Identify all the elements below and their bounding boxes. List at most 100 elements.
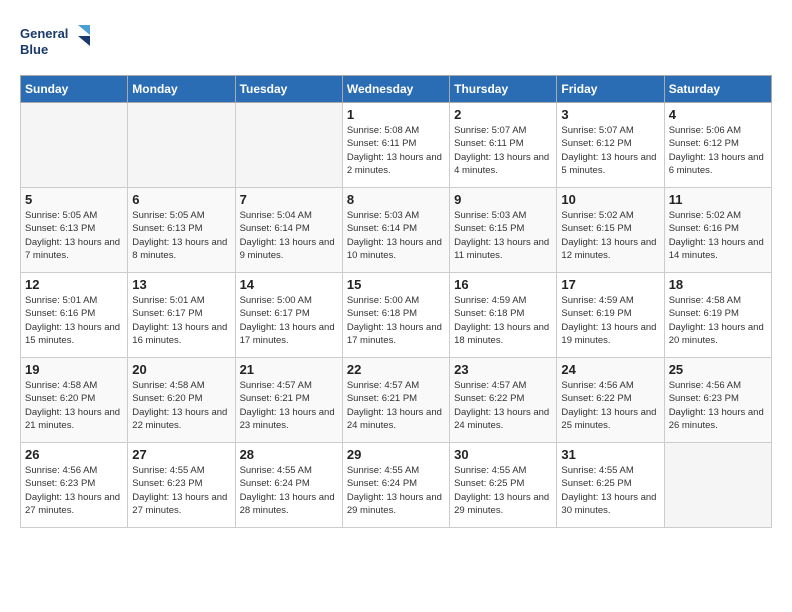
day-info: Sunrise: 4:56 AM Sunset: 6:22 PM Dayligh…: [561, 379, 659, 432]
calendar-cell: 23 Sunrise: 4:57 AM Sunset: 6:22 PM Dayl…: [450, 358, 557, 443]
day-info: Sunrise: 4:58 AM Sunset: 6:20 PM Dayligh…: [132, 379, 230, 432]
day-info: Sunrise: 4:58 AM Sunset: 6:19 PM Dayligh…: [669, 294, 767, 347]
calendar-cell: 19 Sunrise: 4:58 AM Sunset: 6:20 PM Dayl…: [21, 358, 128, 443]
calendar-cell: 21 Sunrise: 4:57 AM Sunset: 6:21 PM Dayl…: [235, 358, 342, 443]
column-header-tuesday: Tuesday: [235, 76, 342, 103]
day-number: 31: [561, 447, 659, 462]
calendar-cell: 11 Sunrise: 5:02 AM Sunset: 6:16 PM Dayl…: [664, 188, 771, 273]
day-number: 2: [454, 107, 552, 122]
calendar-cell: [128, 103, 235, 188]
logo-icon: General Blue: [20, 20, 90, 65]
svg-text:Blue: Blue: [20, 42, 48, 57]
calendar-cell: 25 Sunrise: 4:56 AM Sunset: 6:23 PM Dayl…: [664, 358, 771, 443]
day-info: Sunrise: 5:00 AM Sunset: 6:17 PM Dayligh…: [240, 294, 338, 347]
day-number: 26: [25, 447, 123, 462]
calendar-cell: 9 Sunrise: 5:03 AM Sunset: 6:15 PM Dayli…: [450, 188, 557, 273]
day-info: Sunrise: 4:59 AM Sunset: 6:18 PM Dayligh…: [454, 294, 552, 347]
calendar-table: SundayMondayTuesdayWednesdayThursdayFrid…: [20, 75, 772, 528]
column-header-wednesday: Wednesday: [342, 76, 449, 103]
calendar-week-row: 12 Sunrise: 5:01 AM Sunset: 6:16 PM Dayl…: [21, 273, 772, 358]
day-number: 17: [561, 277, 659, 292]
day-number: 6: [132, 192, 230, 207]
calendar-cell: 1 Sunrise: 5:08 AM Sunset: 6:11 PM Dayli…: [342, 103, 449, 188]
day-info: Sunrise: 5:03 AM Sunset: 6:15 PM Dayligh…: [454, 209, 552, 262]
day-number: 5: [25, 192, 123, 207]
day-info: Sunrise: 4:59 AM Sunset: 6:19 PM Dayligh…: [561, 294, 659, 347]
calendar-cell: 3 Sunrise: 5:07 AM Sunset: 6:12 PM Dayli…: [557, 103, 664, 188]
calendar-cell: 2 Sunrise: 5:07 AM Sunset: 6:11 PM Dayli…: [450, 103, 557, 188]
column-header-friday: Friday: [557, 76, 664, 103]
calendar-cell: 22 Sunrise: 4:57 AM Sunset: 6:21 PM Dayl…: [342, 358, 449, 443]
day-number: 1: [347, 107, 445, 122]
day-number: 11: [669, 192, 767, 207]
day-number: 7: [240, 192, 338, 207]
day-info: Sunrise: 5:07 AM Sunset: 6:11 PM Dayligh…: [454, 124, 552, 177]
day-info: Sunrise: 4:57 AM Sunset: 6:21 PM Dayligh…: [240, 379, 338, 432]
day-info: Sunrise: 5:03 AM Sunset: 6:14 PM Dayligh…: [347, 209, 445, 262]
calendar-cell: [235, 103, 342, 188]
day-info: Sunrise: 5:06 AM Sunset: 6:12 PM Dayligh…: [669, 124, 767, 177]
day-info: Sunrise: 4:57 AM Sunset: 6:22 PM Dayligh…: [454, 379, 552, 432]
calendar-cell: 4 Sunrise: 5:06 AM Sunset: 6:12 PM Dayli…: [664, 103, 771, 188]
calendar-cell: 28 Sunrise: 4:55 AM Sunset: 6:24 PM Dayl…: [235, 443, 342, 528]
day-number: 10: [561, 192, 659, 207]
calendar-cell: 15 Sunrise: 5:00 AM Sunset: 6:18 PM Dayl…: [342, 273, 449, 358]
day-info: Sunrise: 5:05 AM Sunset: 6:13 PM Dayligh…: [132, 209, 230, 262]
column-header-sunday: Sunday: [21, 76, 128, 103]
calendar-cell: 29 Sunrise: 4:55 AM Sunset: 6:24 PM Dayl…: [342, 443, 449, 528]
day-info: Sunrise: 5:02 AM Sunset: 6:15 PM Dayligh…: [561, 209, 659, 262]
calendar-cell: 20 Sunrise: 4:58 AM Sunset: 6:20 PM Dayl…: [128, 358, 235, 443]
day-number: 12: [25, 277, 123, 292]
calendar-cell: 31 Sunrise: 4:55 AM Sunset: 6:25 PM Dayl…: [557, 443, 664, 528]
calendar-header-row: SundayMondayTuesdayWednesdayThursdayFrid…: [21, 76, 772, 103]
column-header-thursday: Thursday: [450, 76, 557, 103]
calendar-cell: 18 Sunrise: 4:58 AM Sunset: 6:19 PM Dayl…: [664, 273, 771, 358]
day-number: 19: [25, 362, 123, 377]
day-number: 20: [132, 362, 230, 377]
calendar-cell: 13 Sunrise: 5:01 AM Sunset: 6:17 PM Dayl…: [128, 273, 235, 358]
day-info: Sunrise: 5:01 AM Sunset: 6:16 PM Dayligh…: [25, 294, 123, 347]
calendar-cell: 8 Sunrise: 5:03 AM Sunset: 6:14 PM Dayli…: [342, 188, 449, 273]
day-info: Sunrise: 5:02 AM Sunset: 6:16 PM Dayligh…: [669, 209, 767, 262]
day-info: Sunrise: 4:55 AM Sunset: 6:25 PM Dayligh…: [561, 464, 659, 517]
day-number: 4: [669, 107, 767, 122]
calendar-cell: 16 Sunrise: 4:59 AM Sunset: 6:18 PM Dayl…: [450, 273, 557, 358]
day-info: Sunrise: 4:56 AM Sunset: 6:23 PM Dayligh…: [669, 379, 767, 432]
day-info: Sunrise: 5:07 AM Sunset: 6:12 PM Dayligh…: [561, 124, 659, 177]
day-number: 14: [240, 277, 338, 292]
day-number: 22: [347, 362, 445, 377]
day-number: 15: [347, 277, 445, 292]
calendar-cell: 10 Sunrise: 5:02 AM Sunset: 6:15 PM Dayl…: [557, 188, 664, 273]
calendar-cell: 17 Sunrise: 4:59 AM Sunset: 6:19 PM Dayl…: [557, 273, 664, 358]
page-header: General Blue: [20, 20, 772, 65]
calendar-week-row: 5 Sunrise: 5:05 AM Sunset: 6:13 PM Dayli…: [21, 188, 772, 273]
day-number: 29: [347, 447, 445, 462]
day-info: Sunrise: 5:00 AM Sunset: 6:18 PM Dayligh…: [347, 294, 445, 347]
day-number: 8: [347, 192, 445, 207]
calendar-cell: 7 Sunrise: 5:04 AM Sunset: 6:14 PM Dayli…: [235, 188, 342, 273]
column-header-monday: Monday: [128, 76, 235, 103]
column-header-saturday: Saturday: [664, 76, 771, 103]
day-number: 28: [240, 447, 338, 462]
day-info: Sunrise: 5:05 AM Sunset: 6:13 PM Dayligh…: [25, 209, 123, 262]
day-info: Sunrise: 5:04 AM Sunset: 6:14 PM Dayligh…: [240, 209, 338, 262]
calendar-week-row: 19 Sunrise: 4:58 AM Sunset: 6:20 PM Dayl…: [21, 358, 772, 443]
day-number: 27: [132, 447, 230, 462]
calendar-cell: 14 Sunrise: 5:00 AM Sunset: 6:17 PM Dayl…: [235, 273, 342, 358]
day-info: Sunrise: 4:55 AM Sunset: 6:25 PM Dayligh…: [454, 464, 552, 517]
day-info: Sunrise: 4:55 AM Sunset: 6:24 PM Dayligh…: [240, 464, 338, 517]
day-info: Sunrise: 4:55 AM Sunset: 6:24 PM Dayligh…: [347, 464, 445, 517]
calendar-cell: 6 Sunrise: 5:05 AM Sunset: 6:13 PM Dayli…: [128, 188, 235, 273]
day-info: Sunrise: 4:56 AM Sunset: 6:23 PM Dayligh…: [25, 464, 123, 517]
day-number: 16: [454, 277, 552, 292]
svg-text:General: General: [20, 26, 68, 41]
logo: General Blue: [20, 20, 90, 65]
day-number: 30: [454, 447, 552, 462]
calendar-cell: [664, 443, 771, 528]
calendar-week-row: 1 Sunrise: 5:08 AM Sunset: 6:11 PM Dayli…: [21, 103, 772, 188]
calendar-cell: 5 Sunrise: 5:05 AM Sunset: 6:13 PM Dayli…: [21, 188, 128, 273]
calendar-cell: 12 Sunrise: 5:01 AM Sunset: 6:16 PM Dayl…: [21, 273, 128, 358]
calendar-cell: 30 Sunrise: 4:55 AM Sunset: 6:25 PM Dayl…: [450, 443, 557, 528]
day-number: 3: [561, 107, 659, 122]
day-number: 21: [240, 362, 338, 377]
